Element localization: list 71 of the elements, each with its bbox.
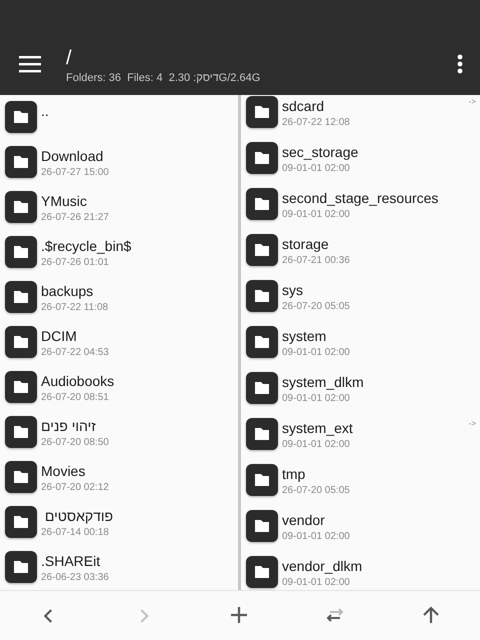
folder-name[interactable]: .. — [41, 103, 49, 119]
more-options-icon[interactable] — [456, 54, 464, 74]
folder-icon — [246, 418, 278, 450]
folder-icon — [246, 510, 278, 542]
modified-date: 26-07-26 21:27 — [41, 211, 109, 225]
folder-name[interactable]: YMusic — [41, 193, 109, 209]
menu-icon[interactable] — [18, 54, 44, 74]
folder-name[interactable]: tmp — [282, 466, 350, 482]
folder-name[interactable]: second_stage_resources — [282, 190, 438, 206]
folder-name[interactable]: sec_storage — [282, 144, 358, 160]
modified-date: 26-07-22 12:08 — [282, 116, 350, 130]
modified-date: 26-07-20 02:12 — [41, 481, 109, 495]
modified-date: 26-07-22 04:53 — [41, 346, 109, 360]
modified-date: 26-06-23 03:36 — [41, 571, 109, 585]
folder-name[interactable]: זיהוי פנים — [41, 418, 109, 434]
folder-icon — [5, 326, 37, 358]
folder-name[interactable]: system — [282, 328, 350, 344]
modified-date: 09-01-01 02:00 — [282, 162, 351, 176]
modified-date: 26-07-20 08:51 — [41, 391, 110, 405]
modified-date: 09-01-01 02:00 — [282, 346, 350, 360]
folder-summary: Folders: 36 Files: 4 2.30 :דיסקG/2.64G — [66, 72, 262, 84]
modified-date: 26-07-20 08:50 — [41, 436, 109, 450]
modified-date: 09-01-01 02:00 — [282, 530, 350, 544]
folder-icon — [5, 191, 37, 223]
modified-date: 26-07-14 00:18 — [41, 526, 110, 540]
folder-name[interactable]: sys — [282, 282, 350, 298]
folder-icon — [246, 280, 278, 312]
folder-name[interactable]: Download — [41, 148, 109, 164]
folder-icon — [5, 146, 37, 178]
forward-icon — [140, 608, 148, 622]
folder-icon — [246, 142, 278, 174]
folder-icon — [5, 506, 37, 538]
link-marker: -> — [468, 97, 476, 106]
folder-icon — [5, 101, 37, 133]
modified-date: 26-07-21 00:36 — [282, 254, 350, 268]
modified-date: 26-07-20 05:05 — [282, 484, 350, 498]
folder-name[interactable]: Audiobooks — [41, 373, 114, 389]
folder-name[interactable]: .SHAREit — [41, 553, 109, 569]
folder-name[interactable]: sdcard — [282, 98, 350, 114]
folder-name[interactable]: backups — [41, 283, 108, 299]
folder-name[interactable]: vendor — [282, 512, 350, 528]
folder-icon — [246, 234, 278, 266]
folder-path: / — [66, 47, 73, 69]
modified-date: 09-01-01 02:00 — [282, 208, 351, 222]
folder-name[interactable]: storage — [282, 236, 350, 252]
folder-name[interactable]: system_dlkm — [282, 374, 364, 390]
folder-name[interactable]: .$recycle_bin$ — [41, 238, 132, 254]
folder-name[interactable]: vendor_dlkm — [282, 558, 362, 574]
folder-icon — [246, 372, 278, 404]
modified-date: 26-07-26 01:01 — [41, 256, 110, 270]
folder-icon — [5, 236, 37, 268]
folder-name[interactable]: system_ext — [282, 420, 353, 436]
folder-icon — [246, 464, 278, 496]
folder-icon — [5, 416, 37, 448]
folder-icon — [246, 326, 278, 358]
folder-name[interactable]: Movies — [41, 463, 109, 479]
folder-icon — [5, 551, 37, 583]
folder-name[interactable]: DCIM — [41, 328, 109, 344]
back-icon — [44, 608, 52, 622]
folder-name[interactable]: פודקאסטים — [41, 508, 114, 524]
link-marker: -> — [468, 419, 476, 428]
modified-date: 26-07-20 05:05 — [282, 300, 350, 314]
modified-date: 26-07-22 11:08 — [41, 301, 108, 315]
modified-date: 26-07-27 15:00 — [41, 166, 109, 180]
folder-icon — [5, 281, 37, 313]
modified-date: 09-01-01 02:00 — [282, 576, 351, 590]
folder-icon — [5, 461, 37, 493]
modified-date: 09-01-01 02:00 — [282, 438, 351, 452]
modified-date: 09-01-01 02:00 — [282, 392, 351, 406]
folder-icon — [5, 371, 37, 403]
folder-icon — [246, 188, 278, 220]
